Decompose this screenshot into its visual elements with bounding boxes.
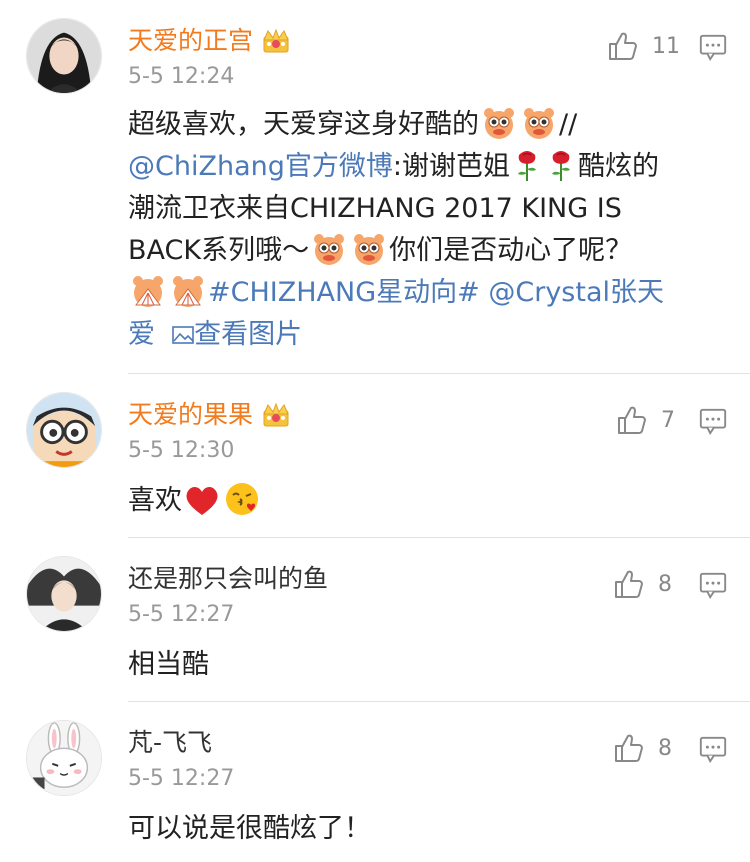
hashtag-link[interactable]: #CHIZHANG星动向# [208,277,480,308]
like-button[interactable]: 8 [612,732,672,764]
avatar[interactable] [26,556,102,632]
like-count: 8 [658,571,672,597]
username[interactable]: 天爱的果果 [128,398,253,432]
text-segment: 可以说是很酷炫了！ [128,813,371,844]
bear-emoji-icon [481,105,517,141]
comment-item: 天爱的果果 5-5 12:30 7 喜欢 [0,374,750,538]
view-image-link[interactable]: 查看图片 [172,319,302,350]
bear-emoji-icon [521,105,557,141]
comment-text: 相当酷 [128,644,728,686]
text-segment: BACK系列哦～ [128,235,310,266]
like-count: 11 [652,33,680,59]
username[interactable]: 天爱的正宫 [128,24,253,58]
text-segment: 潮流卫衣来自CHIZHANG 2017 KING IS [128,193,622,224]
text-segment: 喜欢 [128,485,182,516]
comment-item: 天爱的正宫 5-5 12:24 11 超级喜欢，天爱穿这身好酷的 // @ChiZ… [0,0,750,374]
thumbs-up-icon [615,404,647,436]
fan-emoji-icon [170,273,206,309]
image-icon [172,326,194,344]
text-segment: 超级喜欢，天爱穿这身好酷的 [128,109,479,140]
crown-icon [261,402,291,428]
avatar[interactable] [26,18,102,94]
comment-text: 超级喜欢，天爱穿这身好酷的 // @ChiZhang官方微博:谢谢芭姐 酷炫的 潮流… [128,104,728,356]
thumbs-up-icon [612,568,644,600]
comment-icon[interactable] [698,570,728,600]
username[interactable]: 还是那只会叫的鱼 [128,562,328,596]
mention-link[interactable]: @ChiZhang官方微博 [128,151,393,182]
bear-emoji-icon [311,231,347,267]
mention-link[interactable]: @Crystal张天 [488,277,664,308]
text-segment: 酷炫的 [577,151,659,182]
like-count: 8 [658,735,672,761]
text-segment: :谢谢芭姐 [392,151,510,182]
rose-emoji-icon [546,147,576,183]
comment-icon[interactable] [698,32,728,62]
crown-icon [261,28,291,54]
timestamp: 5-5 12:30 [128,438,235,463]
username[interactable]: 芃-飞飞 [128,726,212,760]
comment-item: 还是那只会叫的鱼 5-5 12:27 8 相当酷 [0,538,750,702]
timestamp: 5-5 12:27 [128,602,235,627]
heart-emoji-icon [184,485,220,517]
comment-item: 芃-飞飞 5-5 12:27 8 可以说是很酷炫了！ [0,702,750,862]
comment-icon[interactable] [698,406,728,436]
text-segment: 你们是否动心了呢？ [389,235,633,266]
mention-link[interactable]: 爱 [128,319,155,350]
text-segment: // [559,109,578,140]
view-image-label: 查看图片 [194,319,303,350]
like-button[interactable]: 8 [612,568,672,600]
comment-icon[interactable] [698,734,728,764]
fan-emoji-icon [130,273,166,309]
like-count: 7 [661,407,675,433]
timestamp: 5-5 12:27 [128,766,235,791]
avatar[interactable] [26,392,102,468]
comment-text: 可以说是很酷炫了！ [128,808,728,850]
thumbs-up-icon [606,30,638,62]
like-button[interactable]: 7 [615,404,675,436]
timestamp: 5-5 12:24 [128,64,235,89]
text-segment: 相当酷 [128,649,209,680]
thumbs-up-icon [612,732,644,764]
rose-emoji-icon [512,147,542,183]
like-button[interactable]: 11 [606,30,680,62]
bear-emoji-icon [351,231,387,267]
kiss-emoji-icon [224,481,260,517]
comment-text: 喜欢 [128,480,728,522]
avatar[interactable] [26,720,102,796]
